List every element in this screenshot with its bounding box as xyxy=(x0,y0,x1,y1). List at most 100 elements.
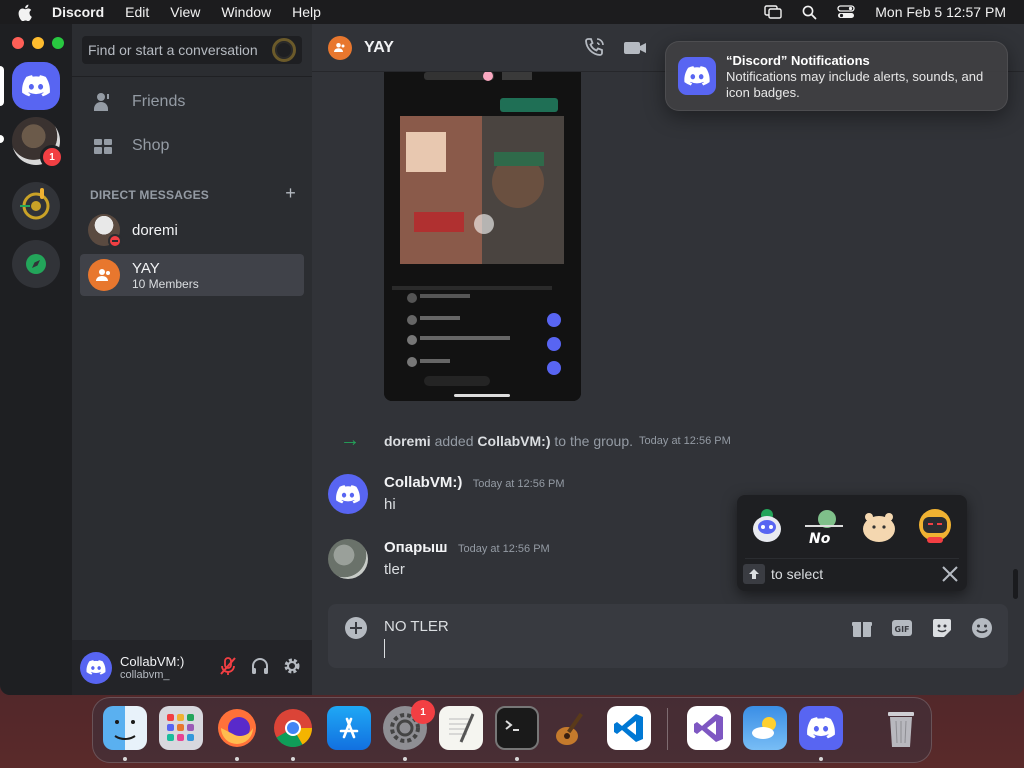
control-center-icon[interactable] xyxy=(837,5,855,19)
shop-icon xyxy=(94,139,112,154)
dock-trash[interactable] xyxy=(879,706,923,750)
message-author[interactable]: Опарыш xyxy=(384,539,448,556)
message-composer[interactable]: NO TLER GIF xyxy=(328,604,1008,668)
system-verb: added xyxy=(430,432,478,449)
dock-app-store[interactable] xyxy=(327,706,371,750)
terminal-icon xyxy=(505,720,519,731)
message-avatar[interactable] xyxy=(328,474,368,514)
nav-friends[interactable]: Friends xyxy=(80,81,304,123)
mute-microphone-icon[interactable] xyxy=(218,656,238,676)
dock-launchpad[interactable] xyxy=(159,706,203,750)
dm-section-header: DIRECT MESSAGES + xyxy=(90,183,296,204)
sticker-wumpus-astronaut[interactable] xyxy=(745,503,789,547)
dock-textedit[interactable] xyxy=(439,706,483,750)
menu-view[interactable]: View xyxy=(170,4,200,20)
selected-indicator xyxy=(0,66,4,106)
dock-divider xyxy=(667,708,668,750)
explore-servers-button[interactable] xyxy=(12,240,60,288)
running-indicator xyxy=(515,757,519,761)
discord-logo-icon xyxy=(807,717,835,739)
chrome-icon xyxy=(274,709,313,748)
tiktok-screenshot-image xyxy=(384,72,581,401)
close-window-button[interactable] xyxy=(12,37,24,49)
headphones-icon[interactable] xyxy=(250,656,270,676)
dock-system-settings[interactable]: 1 xyxy=(383,700,435,750)
notification-banner[interactable]: “Discord” Notifications Notifications ma… xyxy=(665,41,1008,111)
system-suffix: to the group. xyxy=(550,432,634,449)
create-dm-plus-icon[interactable]: + xyxy=(285,183,296,204)
direct-messages-home-button[interactable] xyxy=(12,62,60,110)
dm-item-doremi[interactable]: doremi xyxy=(80,209,304,251)
spotlight-search-icon[interactable] xyxy=(802,5,817,20)
discord-logo-icon xyxy=(336,484,360,503)
sticker-icon[interactable] xyxy=(930,616,954,640)
add-attachment-button[interactable] xyxy=(344,616,368,645)
attached-image[interactable] xyxy=(384,72,581,401)
dock-vscode[interactable] xyxy=(607,706,651,750)
system-actor[interactable]: doremi xyxy=(384,433,431,449)
search-input[interactable]: Find or start a conversation xyxy=(82,36,302,64)
close-icon[interactable] xyxy=(941,565,959,588)
discord-logo-icon xyxy=(86,660,106,675)
nav-friends-label: Friends xyxy=(132,93,186,110)
minimize-window-button[interactable] xyxy=(32,37,44,49)
menu-edit[interactable]: Edit xyxy=(125,4,149,20)
running-indicator xyxy=(403,757,407,761)
apple-icon[interactable] xyxy=(18,4,36,21)
discord-app-icon xyxy=(678,57,716,95)
voice-call-icon[interactable] xyxy=(582,36,606,60)
system-target[interactable]: CollabVM:) xyxy=(477,433,550,449)
sticker-no[interactable]: No xyxy=(801,503,845,547)
group-avatar xyxy=(88,259,120,291)
dock-firefox[interactable] xyxy=(215,706,259,750)
user-settings-gear-icon[interactable] xyxy=(282,656,302,676)
vscode-icon xyxy=(614,714,643,742)
zoom-window-button[interactable] xyxy=(52,37,64,49)
dock-discord[interactable] xyxy=(799,706,843,750)
dock-chrome[interactable] xyxy=(271,706,315,750)
server-icon-gold[interactable] xyxy=(12,182,60,230)
divider xyxy=(745,558,959,559)
sticker-hint-text: to select xyxy=(771,566,824,582)
dock-garageband[interactable] xyxy=(551,706,595,750)
server-rail: 1 xyxy=(0,24,72,695)
user-display-name: CollabVM:) xyxy=(120,654,185,669)
gift-icon[interactable] xyxy=(850,616,874,640)
compass-ring-icon xyxy=(20,188,50,220)
group-icon xyxy=(334,43,345,52)
dm-member-count: 10 Members xyxy=(132,276,199,291)
video-call-icon[interactable] xyxy=(622,36,648,60)
server-avatar-user[interactable]: 1 xyxy=(12,117,64,169)
sticker-robot[interactable] xyxy=(913,503,957,547)
user-avatar[interactable] xyxy=(80,651,112,684)
nav-shop[interactable]: Shop xyxy=(80,125,304,167)
hamster-sticker-icon xyxy=(863,513,895,542)
running-indicator xyxy=(123,757,127,761)
trash-icon xyxy=(888,712,914,747)
gif-icon[interactable]: GIF xyxy=(890,616,914,640)
robot-sticker-icon xyxy=(919,509,951,543)
message-input[interactable]: NO TLER xyxy=(384,618,449,635)
dock: 1 xyxy=(92,697,932,763)
discord-logo-icon xyxy=(22,75,50,97)
window-controls xyxy=(12,37,64,49)
menu-window[interactable]: Window xyxy=(221,4,271,20)
scrollbar[interactable] xyxy=(1013,569,1018,599)
dock-finder[interactable] xyxy=(103,706,147,750)
dock-visual-studio[interactable] xyxy=(687,706,731,750)
screen-mirroring-icon[interactable] xyxy=(764,5,782,19)
message-avatar[interactable] xyxy=(328,539,368,579)
sticker-hamster[interactable] xyxy=(857,503,901,547)
menubar-datetime[interactable]: Mon Feb 5 12:57 PM xyxy=(875,4,1006,20)
guitar-icon xyxy=(556,712,583,745)
nav-shop-label: Shop xyxy=(132,137,170,154)
dock-weather[interactable] xyxy=(743,706,787,750)
message-author[interactable]: CollabVM:) xyxy=(384,474,462,491)
firefox-icon xyxy=(218,709,256,747)
dock-terminal[interactable] xyxy=(495,706,539,750)
dm-item-yay[interactable]: YAY 10 Members xyxy=(80,254,304,296)
emoji-icon[interactable] xyxy=(970,616,994,640)
menu-help[interactable]: Help xyxy=(292,4,321,20)
message-text: tler xyxy=(384,561,405,578)
menu-app-name[interactable]: Discord xyxy=(52,4,104,20)
